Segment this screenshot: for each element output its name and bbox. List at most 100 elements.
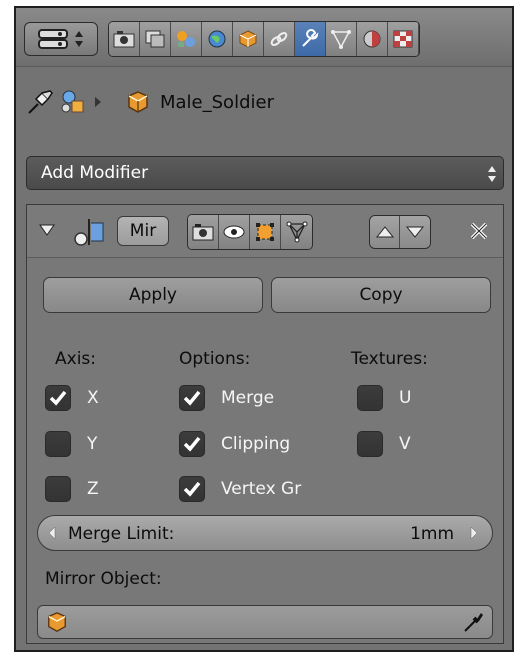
checkbox-box <box>45 385 71 411</box>
cube-icon <box>48 612 66 632</box>
editmode-toggle[interactable] <box>250 215 281 249</box>
vertex-group-label: Vertex Gr <box>221 479 302 499</box>
object-icon <box>239 30 257 48</box>
axis-x-label: X <box>87 388 99 408</box>
camera-icon <box>192 224 214 241</box>
axis-y-checkbox[interactable]: Y <box>45 431 97 457</box>
checkbox-box <box>357 431 383 457</box>
updown-arrows-icon <box>488 166 496 182</box>
axis-z-checkbox[interactable]: Z <box>45 476 99 502</box>
axis-x-checkbox[interactable]: X <box>45 385 99 411</box>
axis-heading: Axis: <box>55 349 96 369</box>
move-modifier-buttons <box>369 215 431 249</box>
add-modifier-dropdown[interactable]: Add Modifier <box>26 156 504 190</box>
check-mark-icon <box>49 390 67 406</box>
cube-icon <box>128 91 148 113</box>
checkbox-box <box>179 385 205 411</box>
tab-render[interactable] <box>109 22 140 56</box>
world-icon <box>208 30 226 48</box>
check-mark-icon <box>183 481 201 497</box>
move-up-button[interactable] <box>370 216 400 248</box>
check-mark-icon <box>183 436 201 452</box>
modifier-visibility-toggles <box>187 214 313 250</box>
breadcrumb: Male_Soldier <box>16 82 512 122</box>
editor-type-icon <box>38 29 68 49</box>
tab-world[interactable] <box>202 22 233 56</box>
move-up-icon <box>375 226 394 238</box>
tab-data[interactable] <box>326 22 357 56</box>
data-mesh-icon <box>331 30 351 49</box>
merge-limit-field[interactable]: Merge Limit: 1mm <box>37 515 493 551</box>
close-icon[interactable] <box>469 221 489 241</box>
properties-editor: Male_Soldier Add Modifier Mir Apply Copy… <box>14 6 514 652</box>
collapse-triangle-icon[interactable] <box>39 224 55 236</box>
mirror-modifier-panel: Mir Apply Copy Axis: Options: Textures: … <box>26 204 504 644</box>
properties-header <box>16 8 512 67</box>
check-mark-icon <box>183 390 201 406</box>
vertex-group-checkbox[interactable]: Vertex Gr <box>179 476 301 502</box>
eyedropper-icon[interactable] <box>462 610 484 634</box>
merge-checkbox[interactable]: Merge <box>179 385 274 411</box>
editor-type-selector[interactable] <box>24 22 98 56</box>
decrement-arrow-icon[interactable] <box>48 526 56 540</box>
options-heading: Options: <box>179 349 251 369</box>
merge-limit-value: 1mm <box>410 524 454 544</box>
axis-y-label: Y <box>87 434 98 454</box>
scene-objects-icon <box>61 90 84 113</box>
context-tabs <box>108 21 420 57</box>
tab-texture[interactable] <box>388 22 419 56</box>
merge-label: Merge <box>221 388 275 408</box>
eye-icon <box>223 225 245 239</box>
modifier-wrench-icon <box>302 29 319 47</box>
modifier-name: Mir <box>129 221 157 241</box>
tab-object[interactable] <box>233 22 264 56</box>
object-name: Male_Soldier <box>160 91 274 113</box>
add-modifier-label: Add Modifier <box>41 163 149 183</box>
render-toggle[interactable] <box>188 215 219 249</box>
checkbox-box <box>45 431 71 457</box>
viewport-toggle[interactable] <box>219 215 250 249</box>
cage-toggle[interactable] <box>281 215 312 249</box>
textures-heading: Textures: <box>351 349 428 369</box>
move-down-icon <box>406 226 424 238</box>
clipping-checkbox[interactable]: Clipping <box>179 431 290 457</box>
copy-button[interactable]: Copy <box>271 277 491 313</box>
checkbox-box <box>179 476 205 502</box>
merge-limit-label: Merge Limit: <box>68 524 175 544</box>
mirror-object-label: Mirror Object: <box>45 569 162 589</box>
tab-scene[interactable] <box>171 22 202 56</box>
tab-constraints[interactable] <box>264 22 295 56</box>
clipping-label: Clipping <box>221 434 291 454</box>
checkbox-box <box>357 385 383 411</box>
axis-z-label: Z <box>87 479 99 499</box>
texture-v-checkbox[interactable]: V <box>357 431 411 457</box>
checkbox-box <box>45 476 71 502</box>
mirror-object-field[interactable] <box>37 605 493 639</box>
texture-u-label: U <box>399 388 412 408</box>
cage-icon <box>286 221 307 243</box>
texture-icon <box>393 30 413 48</box>
tab-render-layers[interactable] <box>140 22 171 56</box>
pin-icon[interactable] <box>26 89 54 115</box>
constraints-icon <box>270 32 288 46</box>
checkbox-box <box>179 431 205 457</box>
scene-icon <box>177 31 195 47</box>
breadcrumb-arrow-icon <box>95 97 101 107</box>
render-icon <box>113 31 135 48</box>
copy-label: Copy <box>359 285 403 305</box>
render-layers-icon <box>145 30 165 48</box>
texture-u-checkbox[interactable]: U <box>357 385 411 411</box>
material-icon <box>363 30 381 48</box>
modifier-header: Mir <box>27 205 503 258</box>
modifier-name-field[interactable]: Mir <box>117 216 169 246</box>
tab-material[interactable] <box>357 22 388 56</box>
apply-button[interactable]: Apply <box>43 277 263 313</box>
apply-label: Apply <box>129 285 177 305</box>
editmode-icon <box>256 223 274 241</box>
increment-arrow-icon[interactable] <box>470 526 478 540</box>
updown-arrows-icon <box>75 31 83 47</box>
tab-modifiers[interactable] <box>295 22 326 56</box>
mirror-modifier-icon <box>74 219 104 246</box>
move-down-button[interactable] <box>400 216 430 248</box>
texture-v-label: V <box>399 434 411 454</box>
